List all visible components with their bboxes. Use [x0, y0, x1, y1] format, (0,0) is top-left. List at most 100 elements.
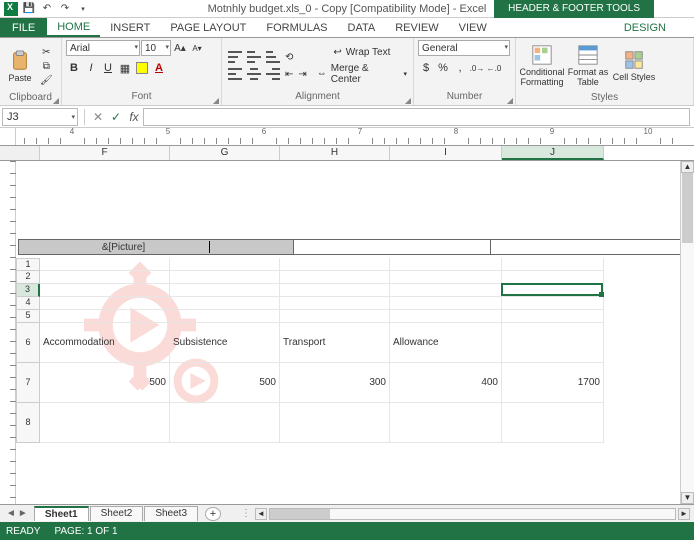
cell[interactable] — [280, 258, 390, 271]
horizontal-scroll-thumb[interactable] — [270, 509, 330, 519]
conditional-formatting-button[interactable]: Conditional Formatting — [520, 40, 564, 92]
number-launcher-icon[interactable]: ◢ — [507, 96, 513, 105]
comma-format-icon[interactable]: , — [452, 60, 468, 76]
cell[interactable] — [390, 258, 502, 271]
vertical-scroll-thumb[interactable] — [682, 173, 693, 243]
column-header[interactable]: J — [502, 146, 604, 160]
tab-design[interactable]: DESIGN — [596, 18, 694, 37]
sheet-tab[interactable]: Sheet2 — [90, 506, 144, 521]
alignment-launcher-icon[interactable]: ◢ — [405, 96, 411, 105]
cell[interactable] — [502, 284, 604, 297]
header-center-section[interactable] — [294, 239, 490, 255]
sheet-tab[interactable]: Sheet1 — [34, 506, 89, 521]
row-header[interactable]: 3 — [16, 284, 40, 297]
scroll-down-icon[interactable]: ▼ — [681, 492, 694, 504]
horizontal-ruler[interactable]: 45678910 — [16, 128, 694, 145]
tab-page-layout[interactable]: PAGE LAYOUT — [160, 18, 256, 37]
row-header[interactable]: 8 — [16, 403, 40, 443]
cell[interactable] — [280, 403, 390, 443]
cell[interactable]: Transport — [280, 323, 390, 363]
cell[interactable] — [502, 258, 604, 271]
new-sheet-button[interactable]: + — [205, 507, 221, 521]
tab-formulas[interactable]: FORMULAS — [256, 18, 337, 37]
wrap-text-button[interactable]: ↩Wrap Text — [315, 46, 409, 59]
tab-view[interactable]: VIEW — [449, 18, 497, 37]
align-top-icon[interactable] — [226, 50, 244, 64]
cell[interactable] — [40, 403, 170, 443]
cell[interactable] — [40, 258, 170, 271]
increase-decimal-icon[interactable]: .0→ — [469, 60, 485, 76]
cell[interactable]: Accommodation — [40, 323, 170, 363]
border-icon[interactable]: ▦ — [117, 60, 133, 76]
vertical-ruler[interactable] — [0, 161, 16, 504]
orientation-icon[interactable]: ⟲ — [283, 51, 295, 64]
percent-format-icon[interactable]: % — [435, 60, 451, 76]
font-name-combo[interactable]: Arial▾ — [66, 40, 140, 56]
cell[interactable] — [280, 284, 390, 297]
cell[interactable] — [170, 297, 280, 310]
grow-font-icon[interactable]: A▴ — [172, 40, 188, 56]
cell[interactable] — [40, 284, 170, 297]
scroll-right-icon[interactable]: ► — [678, 508, 690, 520]
tab-split-handle[interactable]: ⋮ — [241, 508, 251, 519]
cancel-formula-icon[interactable]: ✕ — [89, 110, 107, 124]
tab-insert[interactable]: INSERT — [100, 18, 160, 37]
cell[interactable]: 500 — [40, 363, 170, 403]
column-header[interactable]: H — [280, 146, 390, 160]
cell[interactable] — [390, 284, 502, 297]
fill-color-icon[interactable] — [134, 60, 150, 76]
tab-home[interactable]: HOME — [47, 18, 100, 37]
decrease-indent-icon[interactable]: ⇤ — [283, 68, 295, 81]
cell[interactable] — [280, 297, 390, 310]
insert-function-icon[interactable]: fx — [125, 110, 143, 124]
row-header[interactable]: 1 — [16, 258, 40, 271]
cell[interactable]: Subsistence — [170, 323, 280, 363]
tab-data[interactable]: DATA — [338, 18, 386, 37]
cell[interactable]: 500 — [170, 363, 280, 403]
header-right-section[interactable] — [490, 239, 690, 255]
font-launcher-icon[interactable]: ◢ — [213, 96, 219, 105]
copy-icon[interactable]: ⧉ — [38, 60, 55, 73]
align-middle-icon[interactable] — [245, 50, 263, 64]
align-bottom-icon[interactable] — [264, 50, 282, 64]
underline-button[interactable]: U — [100, 60, 116, 76]
align-left-icon[interactable] — [226, 67, 244, 81]
scroll-up-icon[interactable]: ▲ — [681, 161, 694, 173]
font-color-icon[interactable]: A — [151, 60, 167, 76]
horizontal-scrollbar[interactable] — [269, 508, 676, 520]
cell[interactable] — [170, 403, 280, 443]
font-size-combo[interactable]: 10▾ — [141, 40, 171, 56]
cell[interactable] — [280, 310, 390, 323]
column-header[interactable]: F — [40, 146, 170, 160]
vertical-scrollbar[interactable]: ▲ ▼ — [680, 161, 694, 504]
cell[interactable] — [502, 297, 604, 310]
number-format-combo[interactable]: General▾ — [418, 40, 510, 56]
italic-button[interactable]: I — [83, 60, 99, 76]
header-left-section[interactable]: &[Picture] — [18, 239, 294, 255]
cell-styles-button[interactable]: Cell Styles — [612, 40, 656, 92]
cell[interactable]: Allowance — [390, 323, 502, 363]
cell[interactable] — [40, 310, 170, 323]
row-header[interactable]: 7 — [16, 363, 40, 403]
cell[interactable] — [170, 284, 280, 297]
increase-indent-icon[interactable]: ⇥ — [296, 68, 308, 81]
align-center-icon[interactable] — [245, 67, 263, 81]
accounting-format-icon[interactable]: $ — [418, 60, 434, 76]
row-header[interactable]: 6 — [16, 323, 40, 363]
sheet-nav-prev-icon[interactable]: ◄ — [6, 508, 16, 519]
column-header[interactable]: I — [390, 146, 502, 160]
tab-review[interactable]: REVIEW — [385, 18, 448, 37]
cell[interactable] — [170, 258, 280, 271]
cut-icon[interactable]: ✂ — [38, 46, 55, 59]
sheet-tab[interactable]: Sheet3 — [144, 506, 198, 521]
bold-button[interactable]: B — [66, 60, 82, 76]
cell[interactable] — [170, 271, 280, 284]
formula-input[interactable] — [143, 108, 690, 126]
cell[interactable] — [280, 271, 390, 284]
cell[interactable] — [390, 297, 502, 310]
decrease-decimal-icon[interactable]: ←.0 — [486, 60, 502, 76]
select-all-corner[interactable] — [0, 146, 40, 160]
row-header[interactable]: 5 — [16, 310, 40, 323]
row-header[interactable]: 4 — [16, 297, 40, 310]
cell[interactable] — [390, 403, 502, 443]
